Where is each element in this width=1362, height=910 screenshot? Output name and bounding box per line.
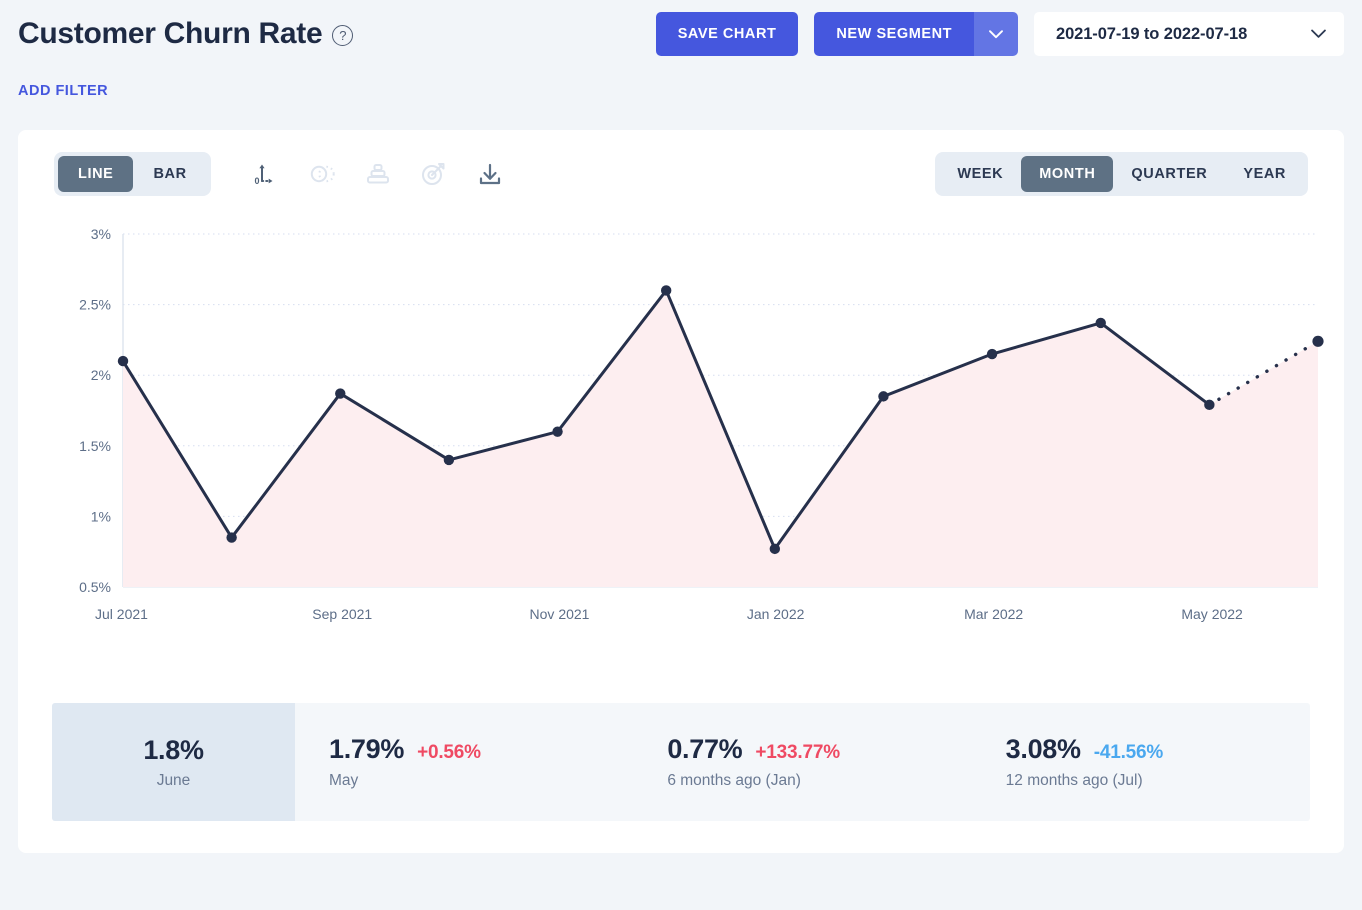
stat-value: 0.77% xyxy=(667,734,742,765)
stat-delta: +133.77% xyxy=(755,742,840,764)
svg-text:Jan 2022: Jan 2022 xyxy=(747,606,805,622)
save-chart-button[interactable]: SAVE CHART xyxy=(656,12,799,56)
svg-text:1.5%: 1.5% xyxy=(79,438,111,454)
stat-value-row: 1.8% xyxy=(143,735,203,766)
stat-twelve-months-ago: 3.08% -41.56% 12 months ago (Jul) xyxy=(972,703,1310,821)
stat-label: 12 months ago (Jul) xyxy=(1006,772,1310,790)
target-icon[interactable] xyxy=(417,157,451,191)
stat-value-row: 1.79% +0.56% xyxy=(329,734,633,765)
svg-text:1%: 1% xyxy=(91,508,111,524)
churn-line-chart[interactable]: 0.5% 1% 1.5% 2% 2.5% 3% Jul 2021 Sep 2021 Nov 20… xyxy=(18,222,1326,632)
stat-delta: -41.56% xyxy=(1094,742,1163,764)
stat-label: 6 months ago (Jan) xyxy=(667,772,971,790)
period-year-button[interactable]: YEAR xyxy=(1225,156,1304,192)
header-actions: SAVE CHART NEW SEGMENT 2021-07-19 to 202… xyxy=(656,12,1344,56)
summary-stats: 1.8% June 1.79% +0.56% May 0.77% +133.77… xyxy=(52,703,1310,821)
stat-delta: +0.56% xyxy=(417,742,481,764)
svg-text:Sep 2021: Sep 2021 xyxy=(312,606,372,622)
download-icon[interactable] xyxy=(473,157,507,191)
chart-type-bar-button[interactable]: BAR xyxy=(133,156,206,192)
stat-label: June xyxy=(157,772,191,790)
stat-value: 1.8% xyxy=(143,735,203,766)
svg-text:0.5%: 0.5% xyxy=(79,579,111,595)
period-month-button[interactable]: MONTH xyxy=(1021,156,1113,192)
stat-previous-month: 1.79% +0.56% May xyxy=(295,703,633,821)
new-segment-split-button: NEW SEGMENT xyxy=(814,12,1018,56)
svg-text:2.5%: 2.5% xyxy=(79,297,111,313)
question-circle-icon[interactable]: ? xyxy=(332,25,353,46)
chevron-down-icon xyxy=(989,30,1003,39)
svg-text:Jul 2021: Jul 2021 xyxy=(95,606,148,622)
chart-plot-area: 0.5% 1% 1.5% 2% 2.5% 3% Jul 2021 Sep 2021 Nov 20… xyxy=(18,222,1344,632)
svg-text:Mar 2022: Mar 2022 xyxy=(964,606,1023,622)
new-segment-dropdown-toggle[interactable] xyxy=(974,12,1018,56)
svg-text:3%: 3% xyxy=(91,226,111,242)
svg-text:Nov 2021: Nov 2021 xyxy=(530,606,590,622)
chart-tool-icons: 0 xyxy=(249,157,507,191)
add-filter-button[interactable]: ADD FILTER xyxy=(18,83,108,99)
filter-row: ADD FILTER xyxy=(0,68,1362,100)
svg-text:May 2022: May 2022 xyxy=(1181,606,1243,622)
svg-text:2%: 2% xyxy=(91,367,111,383)
page-header: Customer Churn Rate ? SAVE CHART NEW SEG… xyxy=(0,0,1362,68)
title-group: Customer Churn Rate ? xyxy=(18,19,353,49)
date-range-value: 2021-07-19 to 2022-07-18 xyxy=(1056,25,1247,44)
stat-value: 3.08% xyxy=(1006,734,1081,765)
period-toggle: WEEK MONTH QUARTER YEAR xyxy=(935,152,1308,196)
chart-type-line-button[interactable]: LINE xyxy=(58,156,133,192)
chart-card: LINE BAR 0 xyxy=(18,130,1344,853)
stat-value-row: 3.08% -41.56% xyxy=(1006,734,1310,765)
stat-label: May xyxy=(329,772,633,790)
chart-toolbar: LINE BAR 0 xyxy=(18,130,1344,196)
stat-current: 1.8% June xyxy=(52,703,295,821)
svg-text:0: 0 xyxy=(254,176,259,186)
stat-value: 1.79% xyxy=(329,734,404,765)
chevron-down-icon xyxy=(1311,29,1326,39)
funnel-icon[interactable] xyxy=(361,157,395,191)
page-title: Customer Churn Rate xyxy=(18,19,322,49)
period-week-button[interactable]: WEEK xyxy=(939,156,1021,192)
new-segment-button[interactable]: NEW SEGMENT xyxy=(814,12,974,56)
stat-six-months-ago: 0.77% +133.77% 6 months ago (Jan) xyxy=(633,703,971,821)
chart-type-toggle: LINE BAR xyxy=(54,152,211,196)
stat-value-row: 0.77% +133.77% xyxy=(667,734,971,765)
compare-circles-icon[interactable] xyxy=(305,157,339,191)
chart-toolbar-left: LINE BAR 0 xyxy=(54,152,507,196)
date-range-select[interactable]: 2021-07-19 to 2022-07-18 xyxy=(1034,12,1344,56)
axis-origin-icon[interactable]: 0 xyxy=(249,157,283,191)
period-quarter-button[interactable]: QUARTER xyxy=(1113,156,1225,192)
